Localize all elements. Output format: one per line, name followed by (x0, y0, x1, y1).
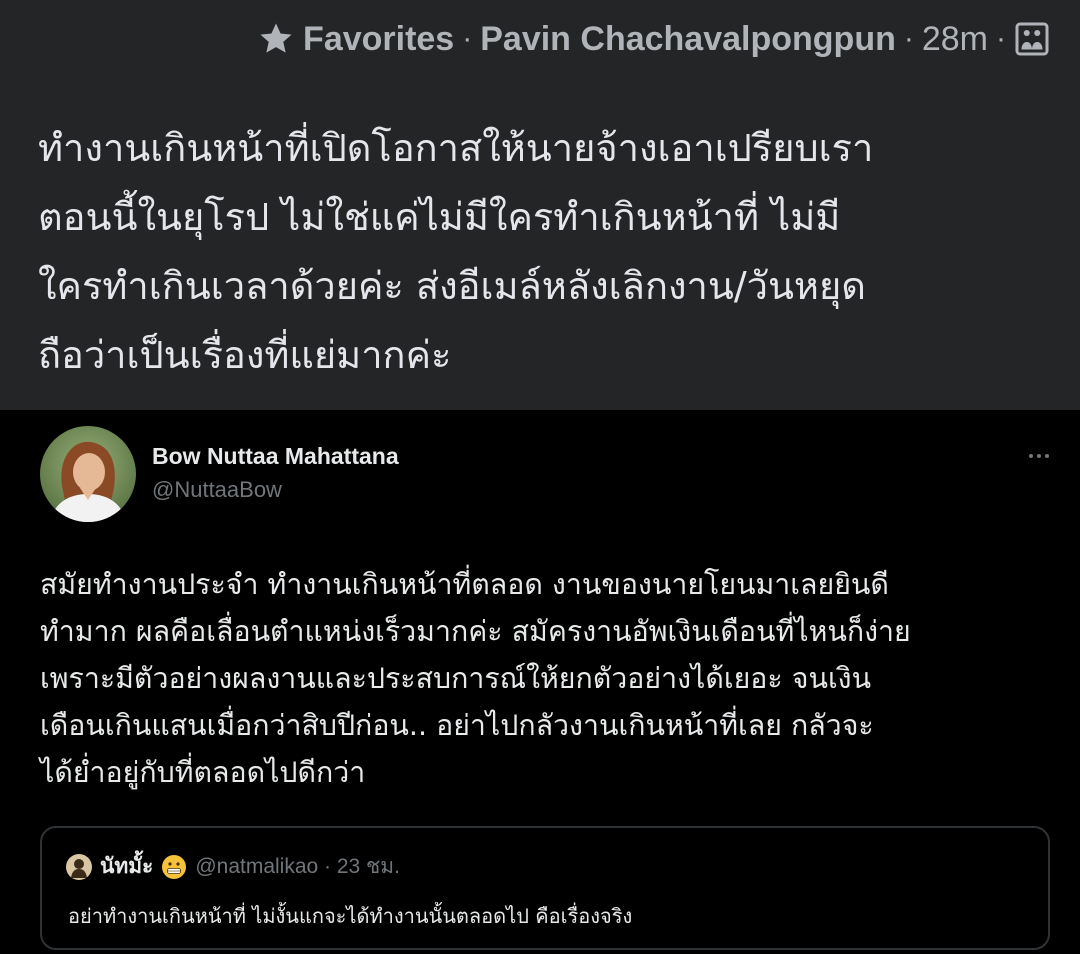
star-icon (257, 20, 295, 58)
meta-separator: · (996, 22, 1006, 55)
image-icon (1014, 21, 1050, 57)
tweet-display-name[interactable]: Bow Nuttaa Mahattana (152, 443, 399, 470)
favorites-label[interactable]: Favorites (303, 20, 454, 59)
facebook-post: Favorites · Pavin Chachavalpongpun · 28m… (0, 0, 1080, 410)
quoted-avatar (66, 853, 92, 880)
post-author[interactable]: Pavin Chachavalpongpun (480, 20, 896, 59)
avatar (40, 426, 136, 522)
grimacing-emoji-icon (161, 854, 187, 880)
meta-separator: · (462, 22, 473, 55)
post-body-text: ทำงานเกินหน้าที่เปิดโอกาสให้นายจ้างเอาเป… (38, 126, 874, 377)
quoted-tweet[interactable]: นัทมั้ะ @natmalikao · 23 ชม. อย่าทำงานเก… (40, 826, 1050, 950)
tweet-screenshot: Bow Nuttaa Mahattana @NuttaaBow สมัยทำงา… (0, 410, 1080, 954)
post-header: Favorites · Pavin Chachavalpongpun · 28m… (257, 14, 1050, 64)
meta-separator: · (903, 22, 914, 55)
tweet-handle[interactable]: @NuttaaBow (152, 477, 282, 503)
quoted-display-name[interactable]: นัทมั้ะ (100, 850, 153, 883)
quoted-handle-time[interactable]: @natmalikao · 23 ชม. (195, 850, 400, 883)
post-timestamp[interactable]: 28m (922, 20, 988, 59)
tweet-body-text: สมัยทำงานประจำ ทำงานเกินหน้าที่ตลอด งานข… (40, 568, 911, 789)
quoted-tweet-header: นัทมั้ะ @natmalikao · 23 ชม. (66, 850, 400, 883)
quoted-tweet-text: อย่าทำงานเกินหน้าที่ ไม่งั้นแกจะได้ทำงาน… (68, 904, 633, 928)
more-options-icon[interactable] (1028, 446, 1050, 465)
